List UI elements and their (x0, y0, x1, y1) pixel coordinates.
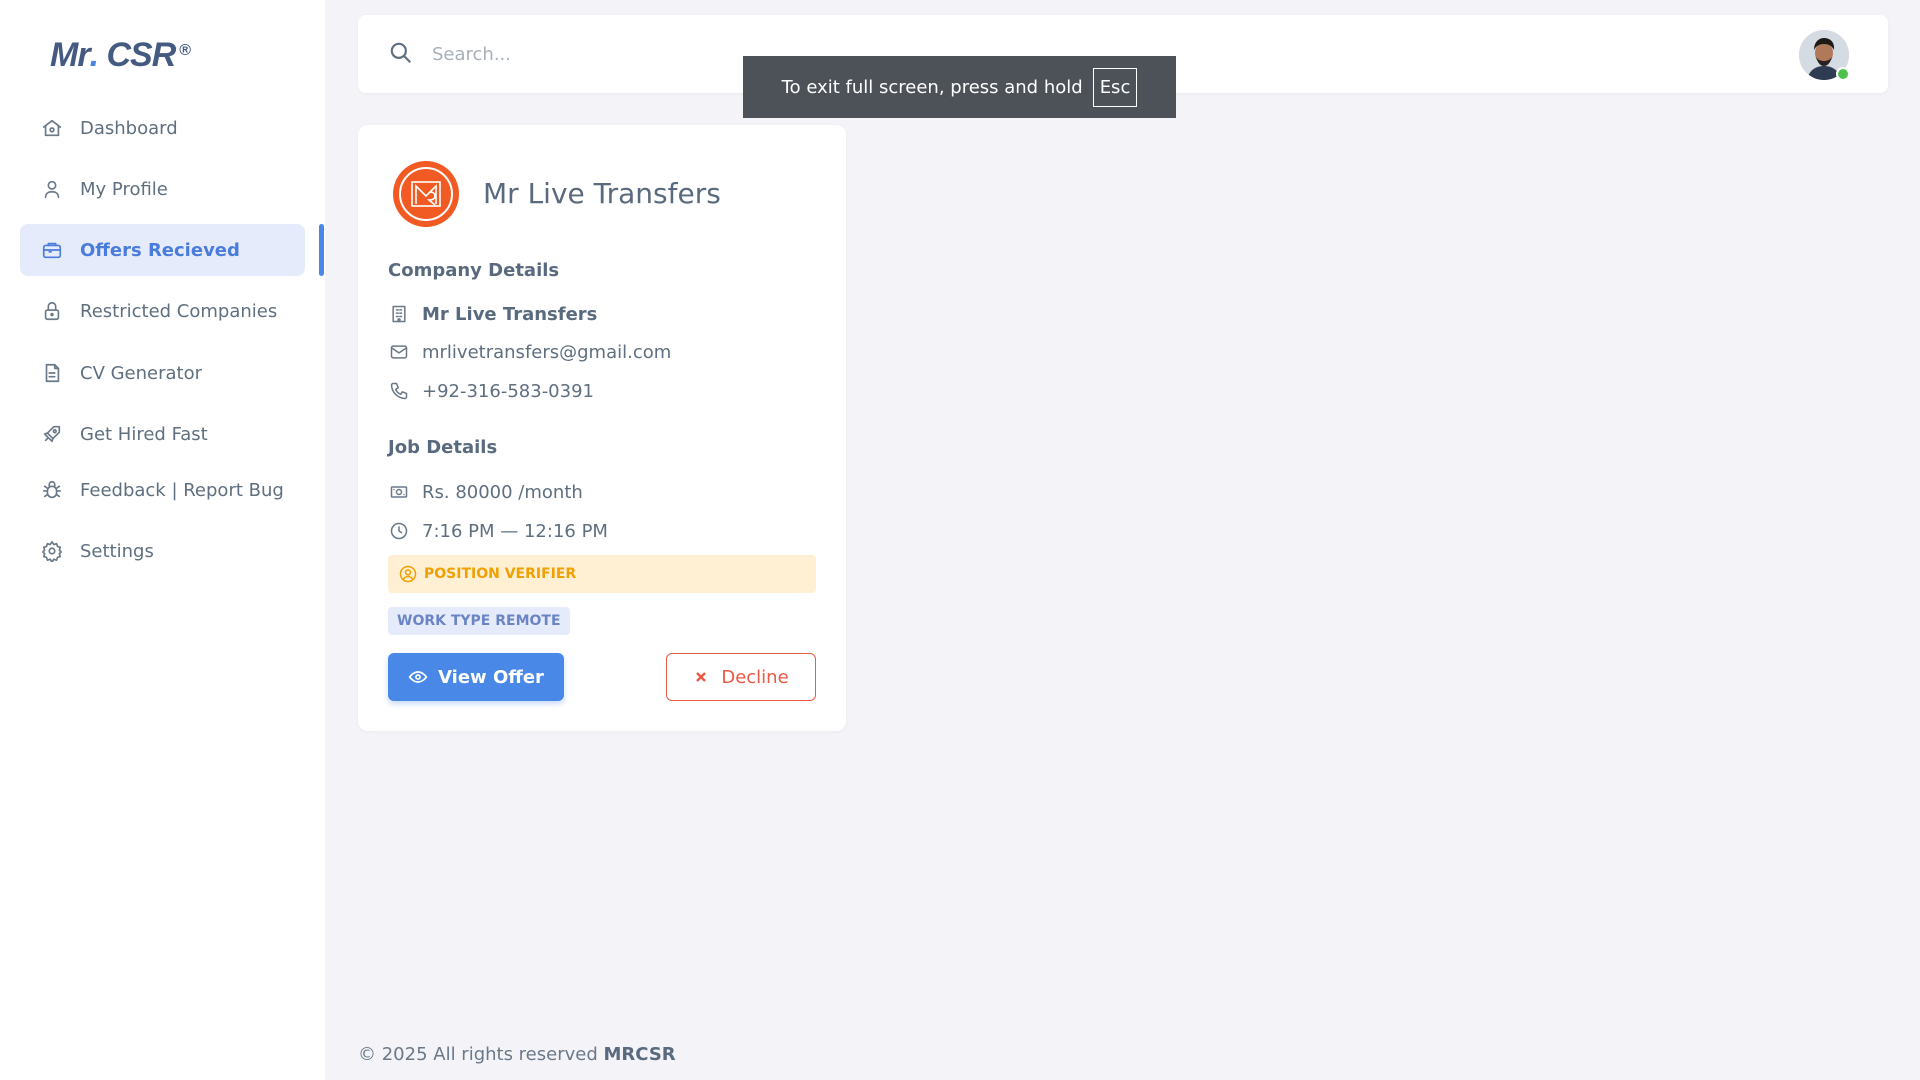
sidebar-item-restricted-companies[interactable]: Restricted Companies (20, 285, 305, 337)
cash-icon (388, 481, 410, 503)
sidebar-item-label: Get Hired Fast (80, 423, 208, 445)
rocket-icon (40, 422, 64, 446)
decline-label: Decline (721, 666, 789, 688)
sidebar: Mr. CSR ® Dashboard My Profile Offers Rec… (0, 0, 325, 1080)
company-value: Mr Live Transfers (422, 303, 598, 325)
eye-icon (408, 671, 428, 683)
registered-mark: ® (179, 42, 191, 59)
email-value: mrlivetransfers@gmail.com (422, 341, 672, 363)
fullscreen-notice-text: To exit full screen, press and hold (781, 76, 1083, 98)
sidebar-item-cv-generator[interactable]: CV Generator (20, 347, 305, 399)
sidebar-item-feedback[interactable]: Feedback | Report Bug (20, 464, 305, 516)
work-type-badge: WORK TYPE REMOTE (388, 607, 570, 635)
brand-logo[interactable]: Mr. CSR ® (50, 36, 191, 75)
company-row: Mr Live Transfers (388, 303, 597, 325)
view-offer-label: View Offer (438, 666, 544, 688)
building-icon (388, 303, 410, 325)
company-name: Mr Live Transfers (483, 177, 721, 210)
sidebar-item-label: CV Generator (80, 362, 203, 384)
online-status-indicator (1836, 67, 1850, 81)
document-icon (40, 361, 64, 385)
sidebar-item-label: Feedback | Report Bug (80, 479, 284, 501)
footer: © 2025 All rights reserved MRCSR (358, 1044, 676, 1065)
bug-icon (40, 478, 64, 502)
sidebar-item-label: My Profile (80, 178, 168, 200)
company-details-title: Company Details (388, 260, 560, 281)
fullscreen-notice: To exit full screen, press and hold Esc (743, 56, 1176, 118)
sidebar-item-settings[interactable]: Settings (20, 525, 305, 577)
sidebar-item-my-profile[interactable]: My Profile (20, 163, 305, 215)
time-value: 7:16 PM — 12:16 PM (422, 520, 608, 542)
position-badge: POSITION VERIFIER (388, 555, 816, 593)
briefcase-icon (40, 238, 64, 262)
offer-card: Mr Live Transfers Company Details Mr Liv… (358, 125, 846, 731)
user-icon (40, 177, 64, 201)
sidebar-item-label: Restricted Companies (80, 300, 278, 322)
footer-text: © 2025 All rights reserved (358, 1044, 604, 1065)
home-icon (40, 116, 64, 140)
esc-key-hint: Esc (1092, 67, 1138, 107)
clock-icon (388, 520, 410, 542)
user-circle-icon (399, 565, 417, 583)
active-indicator (319, 224, 324, 276)
sidebar-item-label: Offers Recieved (80, 239, 240, 261)
sidebar-item-offers-recieved[interactable]: Offers Recieved (20, 224, 305, 276)
view-offer-button[interactable]: View Offer (388, 653, 564, 701)
position-label: POSITION VERIFIER (424, 566, 577, 582)
sidebar-item-dashboard[interactable]: Dashboard (20, 102, 305, 154)
time-row: 7:16 PM — 12:16 PM (388, 520, 608, 542)
sidebar-item-get-hired-fast[interactable]: Get Hired Fast (20, 408, 305, 460)
lock-icon (40, 299, 64, 323)
gear-icon (40, 539, 64, 563)
decline-button[interactable]: Decline (666, 653, 816, 701)
brand-suffix: CSR (98, 36, 176, 74)
footer-brand: MRCSR (603, 1044, 676, 1065)
company-logo (393, 161, 459, 227)
phone-value: +92-316-583-0391 (422, 380, 594, 402)
work-type-label: WORK TYPE REMOTE (397, 613, 561, 629)
job-details-title: Job Details (388, 437, 498, 458)
phone-row: +92-316-583-0391 (388, 380, 594, 402)
salary-row: Rs. 80000 /month (388, 481, 583, 503)
mail-icon (388, 341, 410, 363)
search-icon[interactable] (388, 40, 416, 68)
salary-value: Rs. 80000 /month (422, 481, 583, 503)
sidebar-item-label: Dashboard (80, 117, 178, 139)
brand-dot: . (89, 36, 100, 74)
phone-icon (388, 380, 410, 402)
close-icon (696, 672, 707, 682)
email-row: mrlivetransfers@gmail.com (388, 341, 671, 363)
brand-name: Mr (50, 36, 91, 74)
sidebar-item-label: Settings (80, 540, 154, 562)
